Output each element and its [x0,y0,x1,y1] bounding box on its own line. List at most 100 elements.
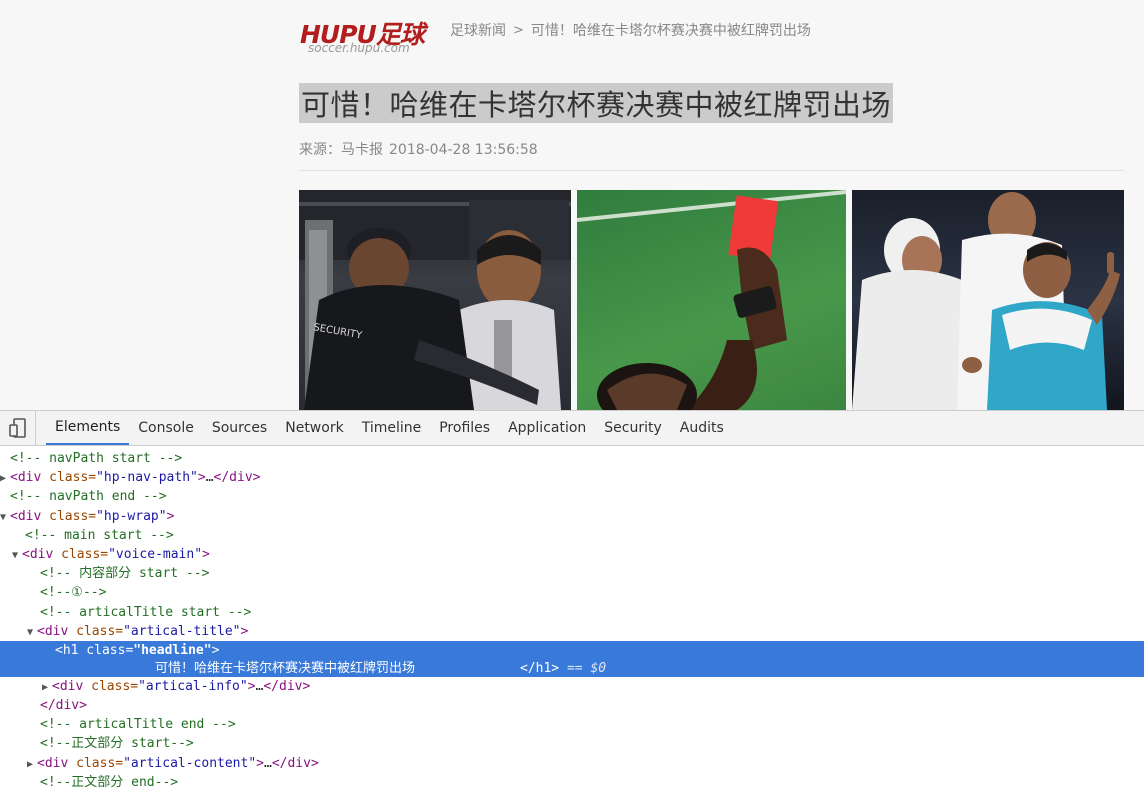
tab-profiles[interactable]: Profiles [430,411,499,445]
dom-tag: > [197,470,206,486]
webpage: HUPU足球 soccer.hupu.com 足球新闻 > 可惜！哈维在卡塔尔杯… [0,0,1144,410]
dom-attr-value: "hp-nav-path" [96,470,198,486]
tab-console[interactable]: Console [129,411,203,445]
dom-tag: </div> [40,698,87,714]
dom-ellipsis[interactable]: … [206,470,214,485]
dom-tag: > [211,643,220,658]
dom-attr-value: "artical-content" [123,755,257,771]
hupu-logo[interactable]: HUPU足球 soccer.hupu.com [300,15,430,60]
dom-tag: <div [37,623,69,639]
dom-attr-name: class= [83,678,139,694]
tab-network[interactable]: Network [276,411,352,445]
dom-attr-name: class= [78,643,134,658]
tab-audits[interactable]: Audits [671,411,733,445]
dom-tag: > [166,508,175,524]
dom-line[interactable]: ▼ <div class="voice-main"> [0,545,1144,564]
dom-comment: <!--正文部分 start--> [40,736,194,752]
dom-attr-name: class= [41,508,97,524]
dom-console-var: $0 [590,661,607,676]
dom-tag: </div> [213,470,261,486]
devtools-panel: Elements Console Sources Network Timelin… [0,410,1144,800]
expand-triangle-icon[interactable]: ▶ [27,755,37,774]
photo3-illustration [852,192,1120,410]
dom-line[interactable]: ▼ <div class="hp-wrap"> [0,507,1144,526]
dom-line[interactable]: <!-- 内容部分 start --> [0,564,1144,583]
dom-line[interactable]: <!-- articalTitle end --> [0,715,1144,734]
dom-line[interactable]: <!-- main start --> [0,526,1144,545]
dom-ellipsis[interactable]: … [264,756,272,771]
tab-sources[interactable]: Sources [203,411,276,445]
dom-tag: </h1> [520,661,560,676]
dom-attr-name: class= [68,755,124,771]
dom-attr-value: "voice-main" [108,546,203,562]
dom-line[interactable]: </div> [0,696,1144,715]
dom-line[interactable]: <!--正文部分 end--> [0,773,1144,792]
selected-open-tag-line: <h1 class="headline"> [0,641,1144,659]
collapse-triangle-icon[interactable]: ▼ [27,623,37,642]
dom-tag: <div [10,508,42,524]
dom-comment: <!--①--> [40,585,107,601]
dom-line[interactable]: <!-- navPath start --> [0,449,1144,468]
dom-line[interactable]: ▶ <div class="artical-content">…</div> [0,754,1144,773]
dom-comment: <!-- navPath end --> [10,489,167,505]
meta-divider [299,170,1124,171]
selected-text: 可惜！哈维在卡塔尔杯赛决赛中被红牌罚出场 [155,661,416,676]
collapse-triangle-icon[interactable]: ▼ [12,546,22,565]
dom-tag: <h1 [55,643,79,658]
article-source: 来源：马卡报 [299,142,383,158]
dom-attr-name: class= [68,623,124,639]
tab-timeline[interactable]: Timeline [353,411,431,445]
breadcrumb-current: 可惜！哈维在卡塔尔杯赛决赛中被红牌罚出场 [530,23,811,39]
dom-attr-name: class= [53,546,109,562]
selected-content-line: 可惜！哈维在卡塔尔杯赛决赛中被红牌罚出场 </h1> == $0 [0,659,1144,677]
photo2-illustration [577,190,846,410]
tab-elements[interactable]: Elements [46,411,130,445]
photo-security-guard[interactable]: SECURITY [299,190,571,410]
selected-dom-node[interactable]: <h1 class="headline"> 可惜！哈维在卡塔尔杯赛决赛中被红牌罚… [0,641,1144,677]
devtools-tab-bar: Elements Console Sources Network Timelin… [0,411,1144,446]
tab-security[interactable]: Security [595,411,671,445]
dom-tag: <div [10,470,42,486]
dom-tag: > [240,623,249,639]
expand-triangle-icon[interactable]: ▶ [42,678,52,697]
logo-sub-text: soccer.hupu.com [308,41,410,55]
page-headline: 可惜！哈维在卡塔尔杯赛决赛中被红牌罚出场 [301,88,892,122]
dom-line[interactable]: ▶ <div class="hp-nav-path">…</div> [0,468,1144,487]
device-toolbar-icon[interactable] [0,411,36,445]
dom-line[interactable]: ▼ <div class="artical-title"> [0,622,1144,641]
dom-comment: <!-- navPath start --> [10,451,183,466]
photo-xavi-protesting[interactable] [852,190,1124,410]
dom-comment: <!-- articalTitle end --> [40,717,236,733]
dom-attr-value: "headline" [133,643,212,658]
breadcrumb-section-link[interactable]: 足球新闻 [450,20,506,40]
dom-comment: <!--正文部分 end--> [40,774,179,790]
dom-line[interactable]: <!--正文部分 start--> [0,734,1144,753]
dom-tag: </div> [271,755,319,771]
dom-line[interactable]: ▶ <div class="artical-info">…</div> [0,677,1144,696]
tab-application[interactable]: Application [499,411,595,445]
dom-attr-name: class= [41,470,97,486]
dom-line[interactable]: <!-- navPath end --> [0,487,1144,506]
dom-tag: <div [37,755,69,771]
breadcrumb-separator: > [513,22,524,38]
dom-line[interactable]: <!--①--> [0,583,1144,602]
dom-comment: <!-- main start --> [25,527,174,543]
dom-comment: <!-- 内容部分 start --> [40,566,210,582]
dom-attr-value: "artical-info" [138,678,248,694]
selected-end-tag-group: </h1> == $0 [520,659,606,678]
dom-tag: > [247,678,256,694]
dom-comment: <!-- articalTitle start --> [40,604,252,620]
device-icon-shape [8,418,26,438]
dom-line[interactable]: <!-- articalTitle start --> [0,603,1144,622]
photo-strip: SECURITY [299,190,1124,410]
photo1-illustration: SECURITY [299,190,571,410]
dom-tag: <div [52,678,84,694]
article-meta: 来源：马卡报 2018-04-28 13:56:58 [299,139,538,159]
dom-tag: <div [22,546,54,562]
dom-attr-value: "artical-title" [123,623,241,639]
breadcrumb: 足球新闻 > 可惜！哈维在卡塔尔杯赛决赛中被红牌罚出场 [450,20,811,40]
collapse-triangle-icon[interactable]: ▼ [0,508,10,527]
expand-triangle-icon[interactable]: ▶ [0,469,10,488]
dom-tag: > [256,755,264,771]
photo-red-card[interactable] [577,190,846,410]
